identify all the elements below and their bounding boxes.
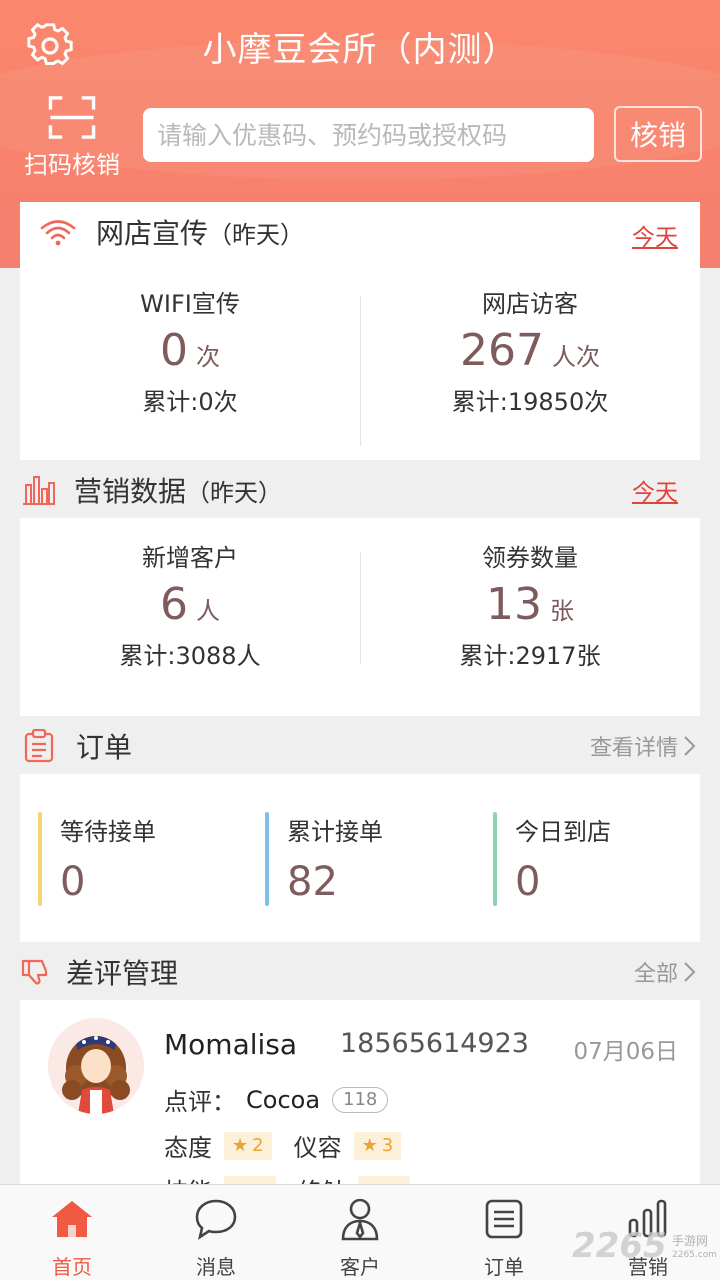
home-icon [52,1201,92,1237]
scan-icon [48,96,96,139]
review-card[interactable]: Momalisa 18565614923 07月06日 点评： Cocoa 11… [20,1000,700,1184]
code-search-input[interactable] [143,108,594,162]
order-label: 等待接单 [60,818,156,846]
orders-title: 订单 [76,731,133,764]
reviewer-name: Momalisa [164,1028,298,1061]
attitude-label: 态度 [164,1134,212,1162]
promo-today-link[interactable]: 今天 [632,218,678,252]
order-value: 0 [60,859,86,905]
promo-card: 网店宣传 （昨天） 今天 WIFI宣传 0次 累计:0次 网店访客 267 人次 … [20,202,700,460]
more-label: 查看详情 [589,736,678,761]
page-title: 小摩豆会所（内测） [202,30,518,70]
order-value: 0 [515,859,541,905]
promo-title: 网店宣传 [96,217,209,250]
chat-bubble-icon [195,1199,237,1240]
verify-button[interactable]: 核销 [614,106,702,162]
tab-customers[interactable]: 客户 [288,1197,432,1279]
stat-label: 领券数量 [482,544,578,572]
reviews-all-link[interactable]: 全部 [634,956,700,988]
marketing-header: 营销数据 （昨天） 今天 [20,462,700,518]
more-label: 全部 [633,962,678,987]
order-pending[interactable]: 等待接单 0 [38,812,258,906]
orders-card: 等待接单 0 累计接单 82 今日到店 0 [20,774,700,942]
tab-messages[interactable]: 消息 [144,1197,288,1279]
color-bar [493,812,497,906]
scan-verify-button[interactable]: 扫码核销 [14,94,130,180]
stat-label: 网店访客 [482,290,578,318]
reviews-header: 差评管理 全部 [20,944,700,1000]
tab-label: 首页 [52,1255,92,1279]
order-value: 82 [287,859,338,905]
review-score-line-2: 技能 终触 [164,1172,410,1184]
order-label: 累计接单 [287,818,383,846]
attitude-score-badge: ★ 2 [224,1131,272,1160]
reviewer-phone: 18565614923 [340,1028,529,1059]
watermark-url: 2265.com [672,1250,717,1260]
chevron-right-icon [684,962,696,982]
tab-orders[interactable]: 订单 [432,1197,576,1279]
shop-name: Cocoa [246,1085,321,1114]
orders-detail-link[interactable]: 查看详情 [590,730,700,762]
tab-label: 消息 [196,1255,236,1279]
stat-label: WIFI宣传 [140,290,240,318]
scan-label: 扫码核销 [24,151,120,179]
review-score-line: 态度 ★ 2 仪容 ★ 3 [164,1128,402,1163]
stat-total: 累计:2917张 [459,642,601,670]
coupon-stat: 领券数量 13 张 累计:2917张 [360,518,700,716]
stat-value: 267 人次 [460,325,600,376]
order-arrived-today[interactable]: 今日到店 0 [493,812,693,906]
env-label: 终触 [298,1172,346,1184]
marketing-subtitle: （昨天） [186,478,283,507]
user-icon [341,1198,379,1241]
appearance-score-badge: ★ 3 [353,1131,402,1160]
clipboard-icon [20,729,58,763]
chevron-right-icon [684,736,696,756]
stat-total: 累计:0次 [142,388,238,416]
thumbs-down-icon [20,958,50,986]
tab-label: 订单 [484,1255,524,1279]
appearance-label: 仪容 [293,1134,342,1162]
watermark-brand: 2265 [572,1226,667,1266]
comment-label: 点评： [164,1088,236,1116]
stat-total: 累计:3088人 [119,642,261,670]
order-label: 今日到店 [515,818,611,846]
watermark-sub: 手游网 [672,1234,709,1248]
stat-value: 0次 [160,325,220,376]
skill-score-badge [224,1175,276,1184]
marketing-card: 新增客户 6人 累计:3088人 领券数量 13 张 累计:2917张 [20,518,700,716]
bar-chart-icon [20,475,58,505]
stat-value: 6人 [160,579,220,630]
marketing-title: 营销数据 [74,475,187,508]
star-icon: ★ [232,1135,249,1156]
marketing-today-link[interactable]: 今天 [632,473,678,507]
reviews-title: 差评管理 [66,957,179,990]
new-customer-stat: 新增客户 6人 累计:3088人 [20,518,360,716]
promo-subtitle: （昨天） [208,220,305,249]
avatar [48,1018,144,1114]
review-count-badge: 118 [332,1086,389,1113]
review-date: 07月06日 [573,1039,678,1065]
wifi-icon [20,218,96,246]
tab-home[interactable]: 首页 [0,1197,144,1279]
tab-label: 客户 [340,1255,380,1279]
visitor-stat: 网店访客 267 人次 累计:19850次 [360,264,700,460]
stat-value: 13 张 [486,579,574,630]
list-icon [485,1199,523,1239]
color-bar [38,812,42,906]
stat-total: 累计:19850次 [451,388,609,416]
color-bar [265,812,269,906]
review-shop-line: 点评： Cocoa 118 [164,1082,389,1117]
star-icon: ★ [361,1135,378,1156]
order-accepted[interactable]: 累计接单 82 [265,812,485,906]
stat-label: 新增客户 [142,544,238,572]
wifi-stat: WIFI宣传 0次 累计:0次 [20,264,360,460]
orders-header: 订单 查看详情 [20,718,700,774]
env-score-badge [358,1175,410,1184]
skill-label: 技能 [164,1172,212,1184]
